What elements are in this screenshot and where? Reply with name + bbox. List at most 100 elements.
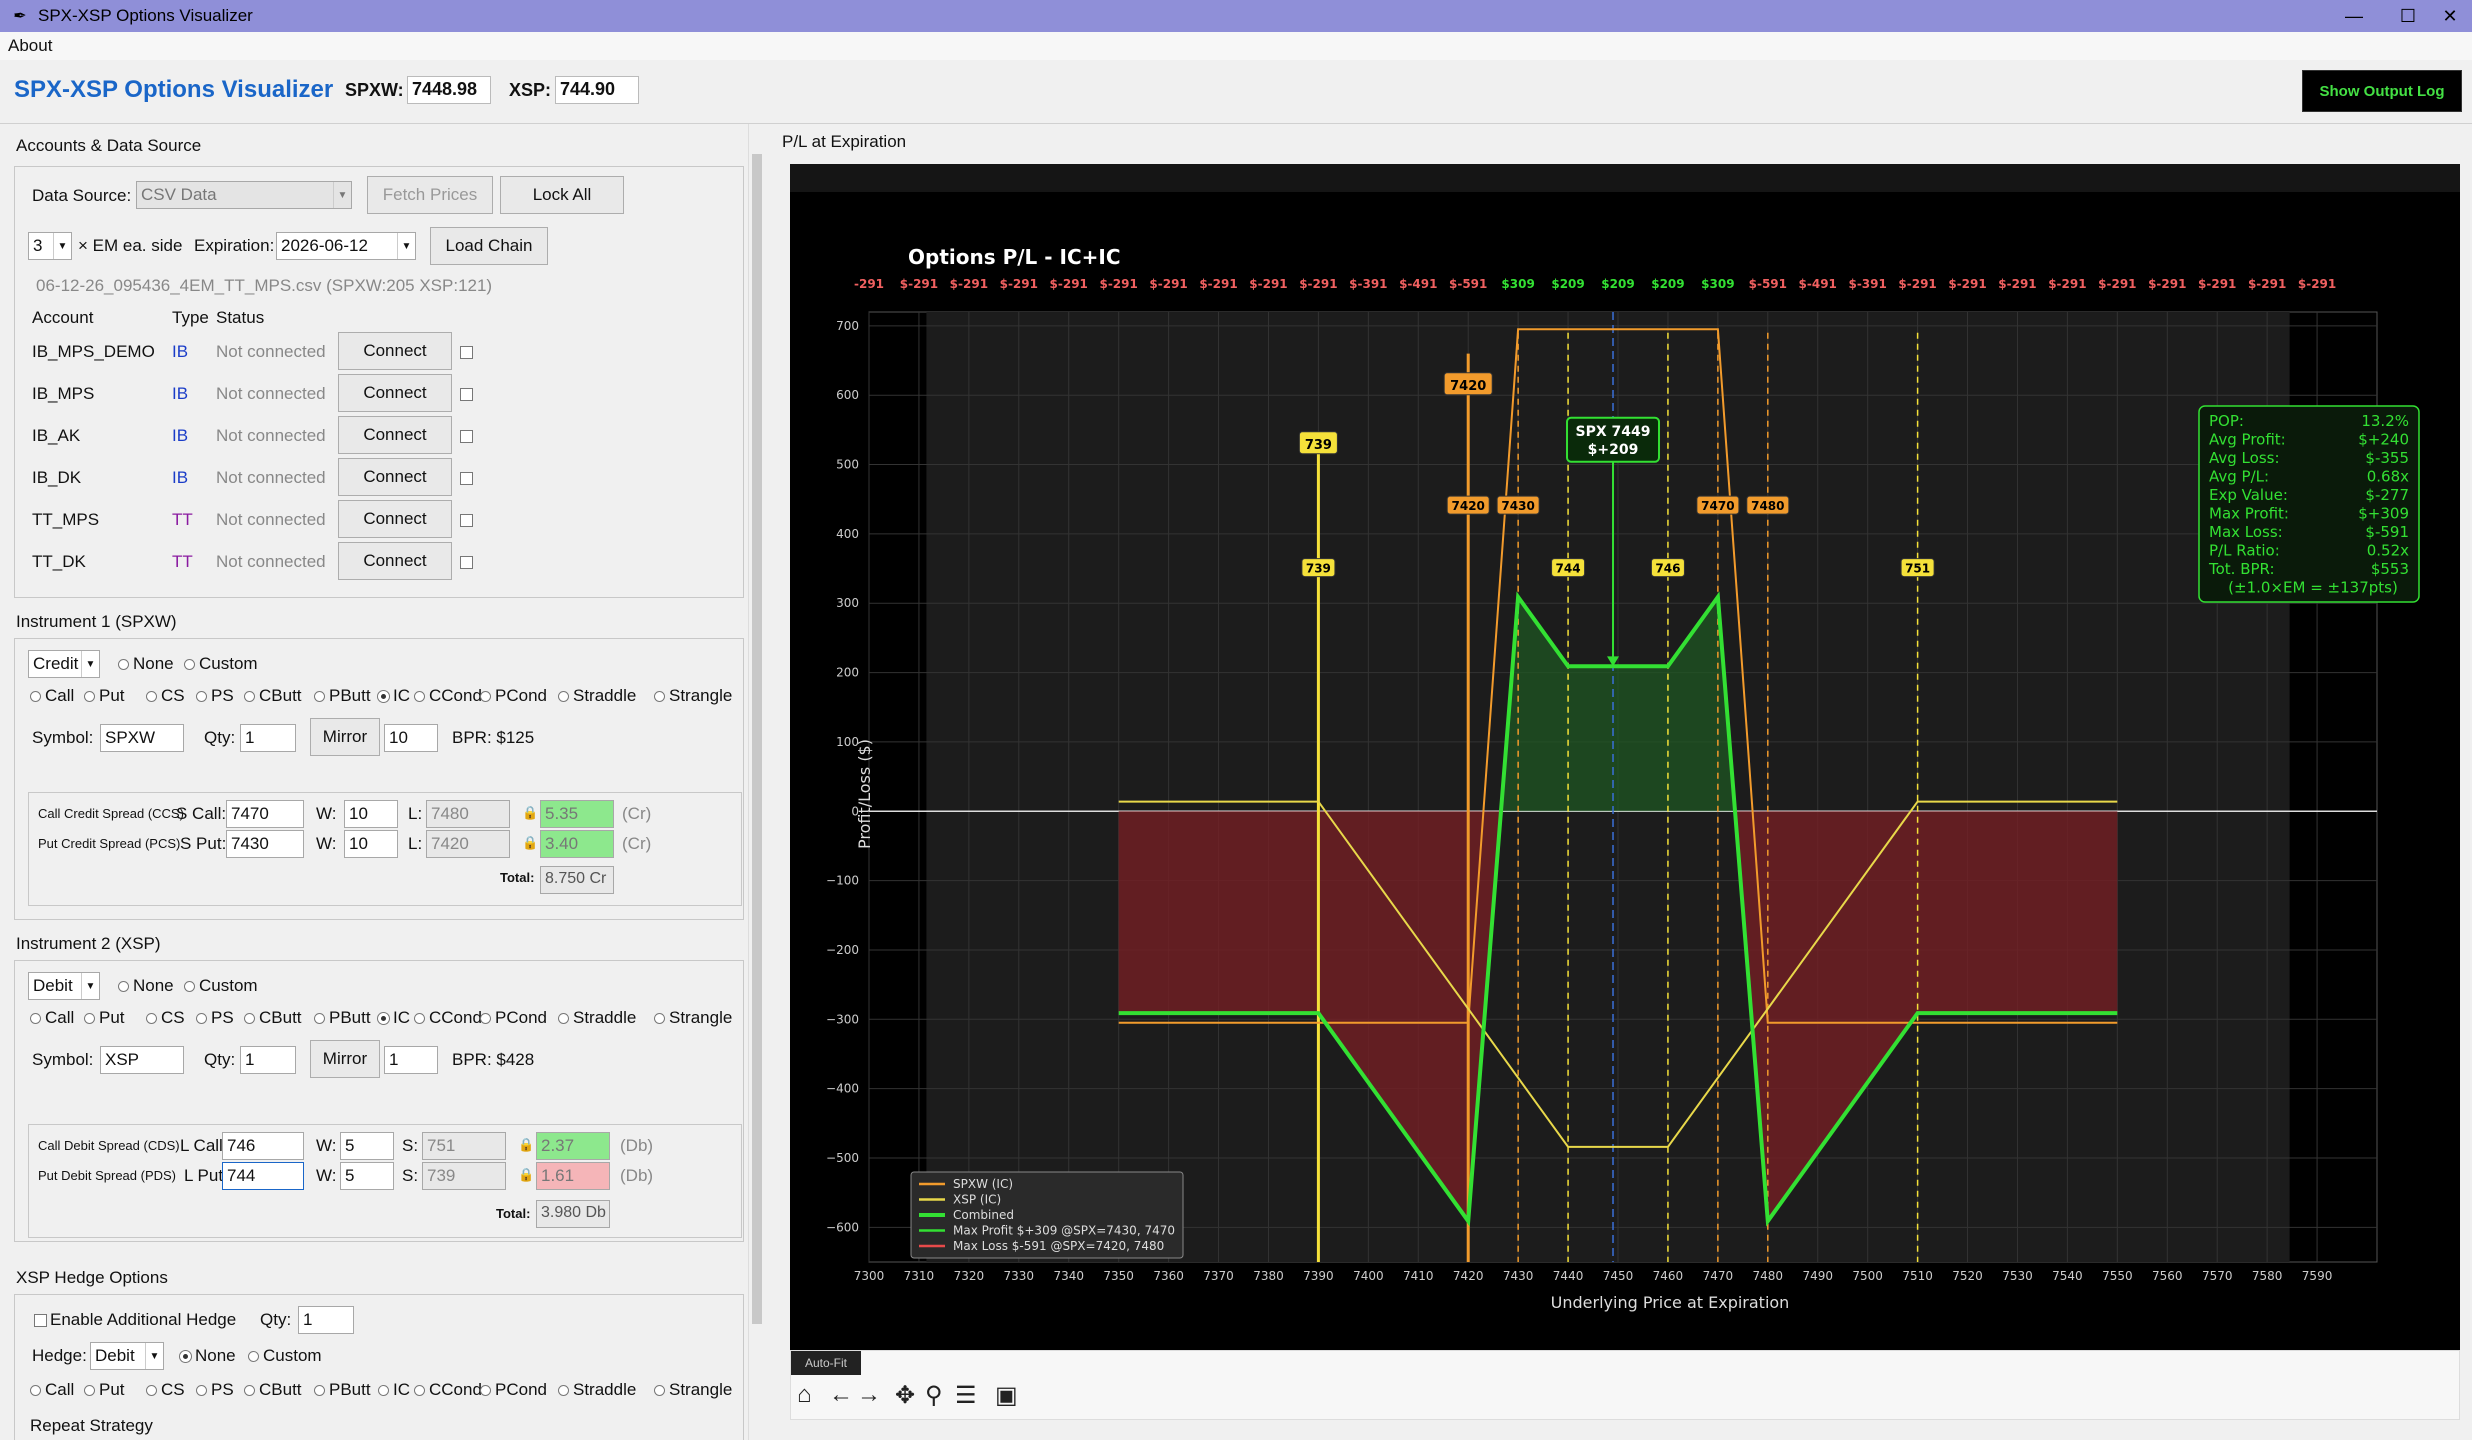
strategy-radio-call[interactable]: Call [30, 686, 74, 706]
strategy-radio-ic[interactable]: IC [378, 1380, 410, 1400]
hedge-qty-input[interactable]: 1 [298, 1306, 354, 1334]
account-checkbox[interactable] [460, 514, 473, 527]
strategy-radio-pbutt[interactable]: PButt [314, 686, 371, 706]
strategy-radio-cbutt[interactable]: CButt [244, 1380, 302, 1400]
expiration-select[interactable]: 2026-06-12 ▼ [276, 232, 416, 260]
autofit-button[interactable]: Auto-Fit [791, 1351, 861, 1375]
inst2-s1-input[interactable]: 746 [222, 1132, 304, 1160]
strategy-radio-pbutt[interactable]: PButt [314, 1380, 371, 1400]
pl-chart[interactable]: 7300 7310 7320 7330 7340 7350 7360 7370 7380 7390… [790, 164, 2460, 1350]
strategy-radio-straddle[interactable]: Straddle [558, 1008, 636, 1028]
strategy-radio-cs[interactable]: CS [146, 686, 185, 706]
save-icon[interactable]: ▣ [995, 1381, 1018, 1410]
strategy-radio-ps[interactable]: PS [196, 1380, 234, 1400]
connect-button[interactable]: Connect [338, 416, 452, 454]
strategy-radio-strangle[interactable]: Strangle [654, 1380, 732, 1400]
inst1-qty-input[interactable]: 1 [240, 724, 296, 752]
strategy-radio-straddle[interactable]: Straddle [558, 686, 636, 706]
strategy-radio-ccond[interactable]: CCond [414, 1380, 482, 1400]
inst1-s1-input[interactable]: 7470 [226, 800, 304, 828]
strategy-radio-straddle[interactable]: Straddle [558, 1380, 636, 1400]
load-chain-button[interactable]: Load Chain [430, 227, 548, 265]
inst1-mirror-button[interactable]: Mirror [310, 718, 380, 756]
lock-icon[interactable]: 🔒 [522, 805, 538, 821]
strategy-radio-pbutt[interactable]: PButt [314, 1008, 371, 1028]
strategy-radio-cs[interactable]: CS [146, 1008, 185, 1028]
strategy-radio-ic[interactable]: IC [378, 1008, 410, 1028]
account-checkbox[interactable] [460, 388, 473, 401]
strategy-radio-strangle[interactable]: Strangle [654, 1008, 732, 1028]
left-panel-scrollbar[interactable] [748, 124, 764, 1440]
forward-icon[interactable]: → [857, 1381, 881, 1409]
hedge-radio-custom[interactable]: Custom [248, 1346, 322, 1366]
strategy-radio-ic[interactable]: IC [378, 686, 410, 706]
inst2-mirror-input[interactable]: 1 [384, 1046, 438, 1074]
inst2-w2-input[interactable]: 5 [340, 1162, 394, 1190]
menu-about[interactable]: About [8, 36, 52, 56]
inst2-p1-price: 2.37 [536, 1132, 610, 1160]
inst1-radio-none[interactable]: None [118, 654, 174, 674]
inst2-radio-custom[interactable]: Custom [184, 976, 258, 996]
connect-button[interactable]: Connect [338, 542, 452, 580]
lock-icon[interactable]: 🔒 [518, 1167, 534, 1183]
connect-button[interactable]: Connect [338, 458, 452, 496]
inst2-mode-select[interactable]: Debit ▼ [28, 972, 100, 1000]
connect-button[interactable]: Connect [338, 500, 452, 538]
enable-hedge-checkbox[interactable] [34, 1314, 47, 1327]
account-checkbox[interactable] [460, 556, 473, 569]
em-multiplier-select[interactable]: 3 ▼ [28, 232, 72, 260]
strategy-radio-call[interactable]: Call [30, 1008, 74, 1028]
account-checkbox[interactable] [460, 346, 473, 359]
scrollbar-thumb[interactable] [752, 154, 762, 1324]
inst1-s2-input[interactable]: 7430 [226, 830, 304, 858]
inst1-radio-custom[interactable]: Custom [184, 654, 258, 674]
strategy-radio-cs[interactable]: CS [146, 1380, 185, 1400]
strategy-radio-ps[interactable]: PS [196, 1008, 234, 1028]
strategy-radio-cbutt[interactable]: CButt [244, 1008, 302, 1028]
lock-icon[interactable]: 🔒 [522, 835, 538, 851]
strategy-radio-ps[interactable]: PS [196, 686, 234, 706]
account-checkbox[interactable] [460, 430, 473, 443]
inst2-radio-none[interactable]: None [118, 976, 174, 996]
account-checkbox[interactable] [460, 472, 473, 485]
strategy-radio-put[interactable]: Put [84, 1380, 125, 1400]
lock-all-button[interactable]: Lock All [500, 176, 624, 214]
inst2-symbol-input[interactable]: XSP [100, 1046, 184, 1074]
plot-canvas[interactable]: 7300 7310 7320 7330 7340 7350 7360 7370 7380 7390… [790, 164, 2460, 1374]
strategy-radio-strangle[interactable]: Strangle [654, 686, 732, 706]
lock-icon[interactable]: 🔒 [518, 1137, 534, 1153]
connect-button[interactable]: Connect [338, 332, 452, 370]
strategy-radio-call[interactable]: Call [30, 1380, 74, 1400]
inst2-qty-input[interactable]: 1 [240, 1046, 296, 1074]
show-output-log-button[interactable]: Show Output Log [2302, 70, 2462, 112]
back-icon[interactable]: ← [829, 1381, 853, 1409]
close-button[interactable]: ✕ [2420, 0, 2472, 32]
hedge-mode-select[interactable]: Debit ▼ [90, 1342, 164, 1370]
strategy-radio-ccond[interactable]: CCond [414, 686, 482, 706]
hedge-radio-none[interactable]: None [180, 1346, 236, 1366]
strategy-radio-cbutt[interactable]: CButt [244, 686, 302, 706]
inst2-mirror-button[interactable]: Mirror [310, 1040, 380, 1078]
minimize-button[interactable]: — [2324, 0, 2384, 32]
strategy-radio-pcond[interactable]: PCond [480, 1008, 547, 1028]
zoom-icon[interactable]: ⚲ [925, 1381, 943, 1410]
inst1-mirror-input[interactable]: 10 [384, 724, 438, 752]
inst1-w1-input[interactable]: 10 [344, 800, 398, 828]
strategy-radio-put[interactable]: Put [84, 686, 125, 706]
strategy-radio-pcond[interactable]: PCond [480, 1380, 547, 1400]
inst2-w1-input[interactable]: 5 [340, 1132, 394, 1160]
account-status: Not connected [216, 384, 326, 403]
connect-button[interactable]: Connect [338, 374, 452, 412]
pan-icon[interactable]: ✥ [895, 1381, 915, 1410]
strategy-radio-put[interactable]: Put [84, 1008, 125, 1028]
inst1-w2-input[interactable]: 10 [344, 830, 398, 858]
inst2-s2-input[interactable]: 744 [222, 1162, 304, 1190]
inst1-symbol-input[interactable]: SPXW [100, 724, 184, 752]
strategy-radio-pcond[interactable]: PCond [480, 686, 547, 706]
strategy-radio-ccond[interactable]: CCond [414, 1008, 482, 1028]
inst1-mode-select[interactable]: Credit ▼ [28, 650, 100, 678]
fetch-prices-button[interactable]: Fetch Prices [367, 176, 493, 214]
data-source-select[interactable]: CSV Data ▼ [136, 181, 352, 209]
configure-icon[interactable]: ☰ [955, 1381, 977, 1410]
home-icon[interactable]: ⌂ [797, 1381, 812, 1409]
